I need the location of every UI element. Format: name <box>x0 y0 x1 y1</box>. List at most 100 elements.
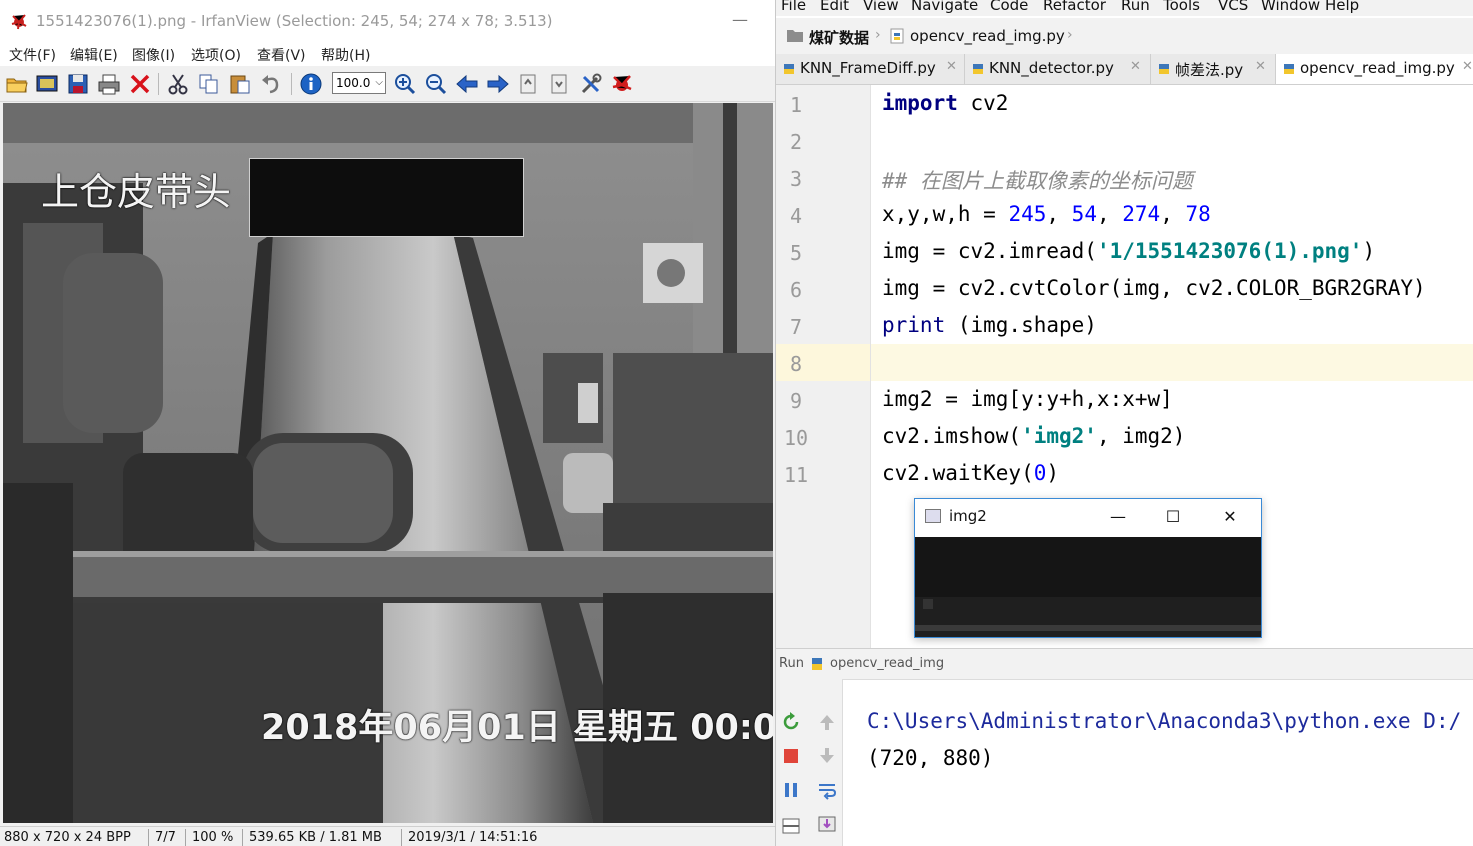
info-icon[interactable] <box>298 71 324 97</box>
maximize-button[interactable]: ☐ <box>1153 503 1193 531</box>
menu-image[interactable]: 图像(I) <box>132 45 175 65</box>
next-image-icon[interactable] <box>485 71 511 97</box>
menu-options[interactable]: 选项(O) <box>191 45 241 65</box>
menu-edit[interactable]: Edit <box>820 0 849 14</box>
rerun-icon[interactable] <box>780 711 802 733</box>
code-line-4: x,y,w,h = 245, 54, 274, 78 <box>882 202 1211 226</box>
camera-location-label: 上仓皮带头 <box>41 170 232 214</box>
irfanview-status-bar: 880 x 720 x 24 BPP 7/7 100 % 539.65 KB /… <box>0 826 775 846</box>
code-line-10: cv2.imshow('img2', img2) <box>882 424 1186 448</box>
close-icon[interactable]: ✕ <box>946 59 957 74</box>
close-icon[interactable]: ✕ <box>1255 59 1266 74</box>
python-file-icon <box>890 28 904 44</box>
selection-rectangle[interactable] <box>249 158 524 237</box>
menu-help[interactable]: 帮助(H) <box>321 45 370 65</box>
console-output-result: (720, 880) <box>867 746 994 770</box>
soft-wrap-icon[interactable] <box>816 779 838 801</box>
line-number: 11 <box>783 463 809 487</box>
menu-view[interactable]: 查看(V) <box>257 45 306 65</box>
line-number: 4 <box>789 204 803 228</box>
scroll-down-icon[interactable] <box>816 745 838 767</box>
menu-refactor[interactable]: Refactor <box>1043 0 1106 14</box>
img2-window[interactable]: img2 — ☐ ✕ <box>914 498 1262 638</box>
save-icon[interactable] <box>65 71 91 97</box>
cropped-image <box>915 537 1261 637</box>
camera-timestamp-overlay: 2018年06月01日 星期五 00:0 <box>261 708 773 748</box>
slideshow-icon[interactable] <box>34 71 60 97</box>
chevron-right-icon: › <box>875 27 881 43</box>
status-zoom: 100 % <box>192 830 234 845</box>
zoom-in-icon[interactable] <box>392 71 418 97</box>
previous-image-icon[interactable] <box>454 71 480 97</box>
scroll-up-icon[interactable] <box>816 711 838 733</box>
python-file-icon <box>1284 64 1294 74</box>
copy-icon[interactable] <box>196 71 222 97</box>
window-app-icon <box>925 509 941 523</box>
status-date: 2019/3/1 / 14:51:16 <box>408 830 538 845</box>
status-index: 7/7 <box>155 830 176 845</box>
pycharm-window: File Edit View Navigate Code Refactor Ru… <box>775 0 1473 846</box>
close-button[interactable]: ✕ <box>1210 503 1250 531</box>
menu-edit[interactable]: 编辑(E) <box>70 45 118 65</box>
tab-knn-detector[interactable]: KNN_detector.py ✕ <box>965 54 1151 84</box>
menu-view[interactable]: View <box>863 0 899 14</box>
menu-run[interactable]: Run <box>1121 0 1150 14</box>
window-title: 1551423076(1).png - IrfanView (Selection… <box>36 12 553 30</box>
tab-frame-difference[interactable]: 帧差法.py ✕ <box>1151 54 1276 84</box>
image-canvas[interactable]: 上仓皮带头 2018年06月01日 星期五 00:0 <box>3 103 773 823</box>
breadcrumb-project[interactable]: 煤矿数据 <box>809 27 869 48</box>
chevron-right-icon: › <box>1067 27 1073 43</box>
code-editor[interactable]: 1 2 3 4 5 6 7 8 9 10 11 import cv2 ## 在图… <box>776 85 1473 648</box>
properties-tools-icon[interactable] <box>578 71 604 97</box>
menu-tools[interactable]: Tools <box>1163 0 1200 14</box>
open-folder-icon[interactable] <box>4 71 30 97</box>
run-toolbar <box>776 679 843 846</box>
irfanview-title-bar: 1551423076(1).png - IrfanView (Selection… <box>0 0 775 42</box>
breadcrumb: 煤矿数据 › opencv_read_img.py › <box>776 18 1473 55</box>
menu-file[interactable]: File <box>781 0 806 14</box>
pause-icon[interactable] <box>780 779 802 801</box>
menu-code[interactable]: Code <box>990 0 1028 14</box>
breadcrumb-file[interactable]: opencv_read_img.py <box>910 27 1065 45</box>
tab-knn-framediff[interactable]: KNN_FrameDiff.py ✕ <box>776 54 965 84</box>
stop-icon[interactable] <box>780 745 802 767</box>
pycharm-menu-bar: File Edit View Navigate Code Refactor Ru… <box>776 0 1473 16</box>
line-number: 2 <box>789 130 803 154</box>
line-number: 10 <box>783 426 809 450</box>
move-to-icon[interactable] <box>547 71 573 97</box>
irfanview-app-icon <box>10 12 28 30</box>
chevron-down-icon: ⌵ <box>375 77 383 88</box>
code-line-3: ## 在图片上截取像素的坐标问题 <box>882 169 1193 193</box>
copy-to-icon[interactable] <box>516 71 542 97</box>
status-dimensions: 880 x 720 x 24 BPP <box>4 830 131 845</box>
irfanview-about-icon[interactable] <box>609 71 635 97</box>
run-configuration-name[interactable]: opencv_read_img <box>830 656 944 671</box>
folder-icon <box>787 30 803 42</box>
code-line-11: cv2.waitKey(0) <box>882 461 1060 485</box>
menu-file[interactable]: 文件(F) <box>9 45 56 65</box>
close-icon[interactable]: ✕ <box>1130 59 1141 74</box>
tab-opencv-read-img[interactable]: opencv_read_img.py ✕ <box>1276 54 1473 84</box>
paste-icon[interactable] <box>227 71 253 97</box>
layout-icon[interactable] <box>780 815 802 837</box>
menu-help[interactable]: Help <box>1325 0 1359 14</box>
minimize-button[interactable]: — <box>728 8 752 32</box>
zoom-value: 100.0 <box>336 76 371 90</box>
print-icon[interactable] <box>96 71 122 97</box>
code-line-7: print (img.shape) <box>882 313 1097 337</box>
delete-icon[interactable] <box>127 71 153 97</box>
menu-navigate[interactable]: Navigate <box>911 0 978 14</box>
zoom-out-icon[interactable] <box>423 71 449 97</box>
code-line-6: img = cv2.cvtColor(img, cv2.COLOR_BGR2GR… <box>882 276 1426 300</box>
zoom-select[interactable]: 100.0 ⌵ <box>332 72 386 94</box>
code-line-9: img2 = img[y:y+h,x:x+w] <box>882 387 1173 411</box>
undo-icon[interactable] <box>258 71 284 97</box>
current-line-highlight <box>871 344 1473 381</box>
close-icon[interactable]: ✕ <box>1462 59 1473 74</box>
menu-window[interactable]: Window <box>1261 0 1320 14</box>
cut-icon[interactable] <box>165 71 191 97</box>
minimize-button[interactable]: — <box>1098 503 1138 531</box>
menu-vcs[interactable]: VCS <box>1218 0 1248 14</box>
editor-tabs: KNN_FrameDiff.py ✕ KNN_detector.py ✕ 帧差法… <box>776 54 1473 85</box>
export-output-icon[interactable] <box>816 813 838 835</box>
